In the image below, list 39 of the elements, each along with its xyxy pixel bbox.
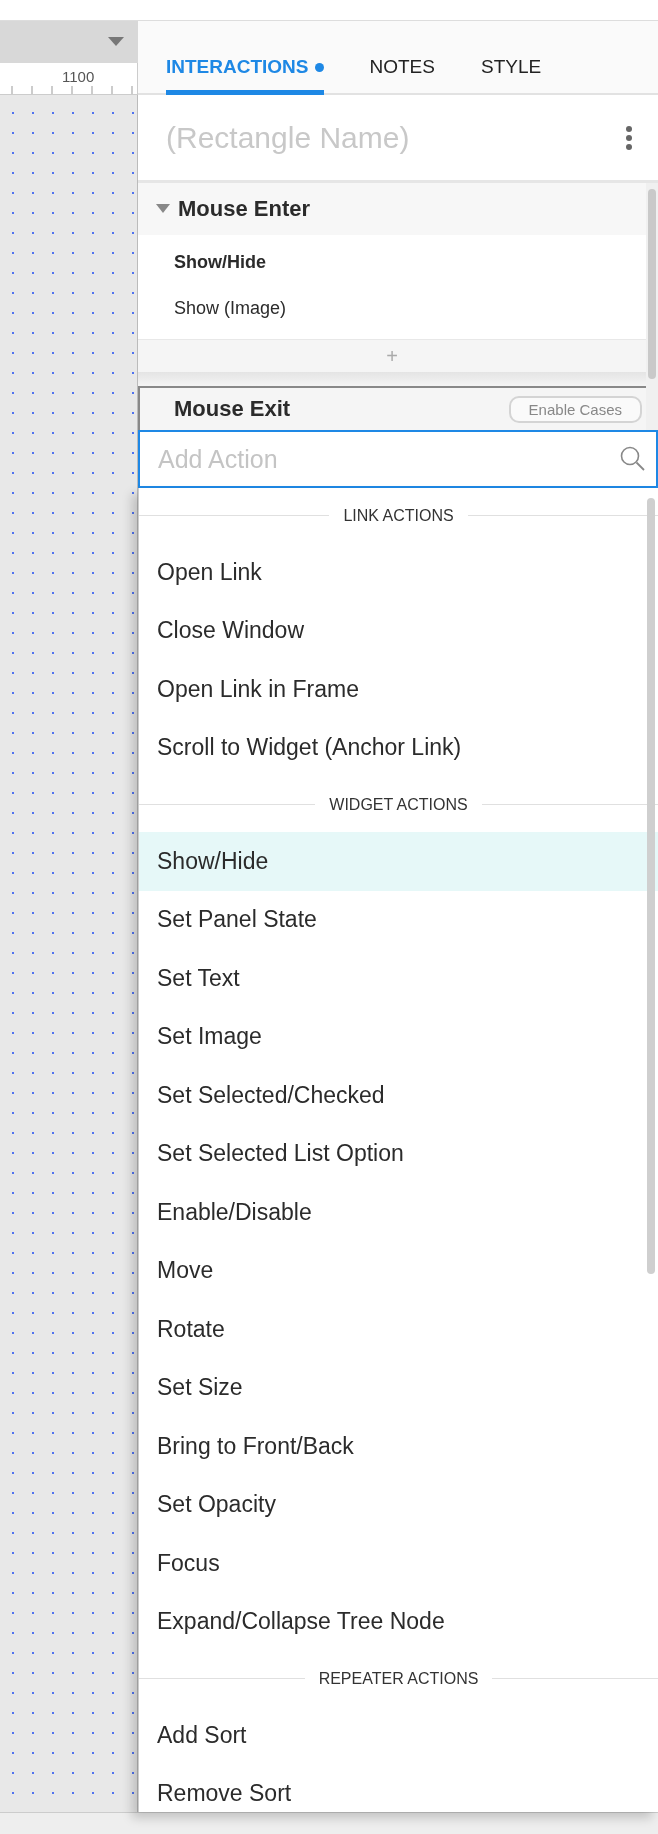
action-option[interactable]: Rotate <box>139 1300 658 1359</box>
action-row[interactable]: Show (Image) <box>138 285 646 331</box>
collapse-triangle-icon[interactable] <box>156 204 170 214</box>
action-option[interactable]: Open Link in Frame <box>139 660 658 719</box>
add-action-search-field[interactable]: Add Action <box>138 430 658 488</box>
action-option[interactable]: Enable/Disable <box>139 1183 658 1242</box>
case-name[interactable]: Show/Hide <box>138 239 646 285</box>
action-option[interactable]: Show/Hide <box>139 832 658 891</box>
scrollbar-thumb[interactable] <box>648 189 656 379</box>
dropdown-caret-icon[interactable] <box>108 37 124 47</box>
action-option[interactable]: Remove Sort <box>139 1764 658 1812</box>
panel-tab[interactable]: STYLE <box>480 56 542 95</box>
action-option[interactable]: Set Text <box>139 949 658 1008</box>
action-option[interactable]: Add Sort <box>139 1706 658 1765</box>
action-option[interactable]: Set Opacity <box>139 1475 658 1534</box>
section-header: REPEATER ACTIONS <box>318 1669 479 1688</box>
action-option[interactable]: Set Panel State <box>139 890 658 949</box>
action-option[interactable]: Set Selected List Option <box>139 1124 658 1183</box>
action-option[interactable]: Set Size <box>139 1358 658 1417</box>
action-option[interactable]: Open Link <box>139 543 658 602</box>
search-icon <box>620 446 646 472</box>
enable-cases-button[interactable]: Enable Cases <box>508 395 642 423</box>
event-name: Mouse Exit <box>174 396 291 422</box>
section-header: LINK ACTIONS <box>343 506 454 525</box>
action-option[interactable]: Bring to Front/Back <box>139 1417 658 1476</box>
panel-tab[interactable]: INTERACTIONS <box>166 56 324 95</box>
more-icon[interactable] <box>626 125 632 150</box>
event-name: Mouse Enter <box>178 196 311 222</box>
scrollbar-thumb[interactable] <box>647 498 655 1274</box>
action-option[interactable]: Close Window <box>139 601 658 660</box>
action-option[interactable]: Set Image <box>139 1007 658 1066</box>
action-option[interactable]: Focus <box>139 1534 658 1593</box>
action-option[interactable]: Move <box>139 1241 658 1300</box>
ruler-label: 1100 <box>62 68 95 85</box>
panel-tab[interactable]: NOTES <box>369 56 435 95</box>
section-header: WIDGET ACTIONS <box>329 795 468 814</box>
action-option[interactable]: Set Selected/Checked <box>139 1066 658 1125</box>
action-option[interactable]: Expand/Collapse Tree Node <box>139 1592 658 1651</box>
action-option[interactable]: Scroll to Widget (Anchor Link) <box>139 718 658 777</box>
